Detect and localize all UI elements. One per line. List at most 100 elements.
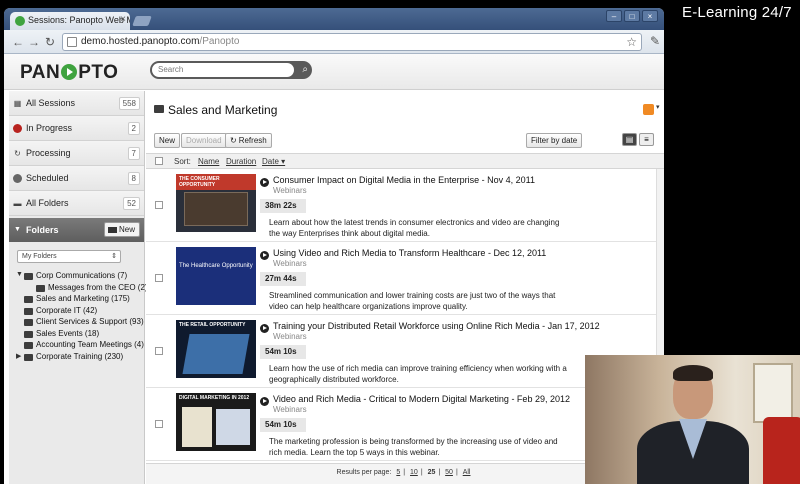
browser-tab[interactable]: Sessions: Panopto Web Ma × (10, 12, 130, 30)
wrench-menu-icon[interactable]: ✎ (650, 34, 660, 48)
row-checkbox[interactable] (155, 420, 163, 428)
folders-header[interactable]: ▼ Folders New (9, 218, 144, 242)
tree-row[interactable]: Client Services & Support (93) (9, 317, 144, 329)
sidebar-item-processing[interactable]: ↻ Processing 7 (9, 141, 144, 166)
logo-play-icon (61, 64, 78, 80)
tree-row[interactable]: Accounting Team Meetings (4) (9, 340, 144, 352)
row-checkbox[interactable] (155, 274, 163, 282)
session-folder[interactable]: Webinars (273, 332, 307, 341)
search-input[interactable]: Search (152, 63, 294, 77)
tree-row[interactable]: ▼ Corp Communications (7) (9, 271, 144, 283)
bookmark-star-icon[interactable]: ☆ (626, 35, 637, 49)
collapse-triangle-icon[interactable]: ▼ (14, 226, 21, 233)
session-thumbnail[interactable]: DIGITAL MARKETING IN 2012 (176, 393, 256, 451)
refresh-label: Refresh (238, 136, 267, 145)
session-description: Streamlined communication and lower trai… (269, 291, 556, 311)
download-button[interactable]: Download (181, 133, 227, 148)
folder-icon (36, 284, 45, 292)
search-icon[interactable]: ⌕ (302, 64, 308, 75)
screen: E-Learning 24/7 Sessions: Panopto Web Ma… (0, 0, 800, 484)
close-window-icon[interactable]: × (642, 10, 658, 22)
sort-by-date-link[interactable]: Date ▾ (262, 157, 285, 166)
presenter-hair (673, 365, 713, 381)
close-tab-icon[interactable]: × (120, 14, 126, 25)
sidebar-item-label: Scheduled (26, 173, 69, 183)
new-tab-button[interactable] (132, 16, 152, 26)
play-icon[interactable] (260, 397, 269, 406)
session-thumbnail[interactable]: THE CONSUMER OPPORTUNITY (176, 174, 256, 232)
session-duration: 54m 10s (260, 345, 306, 359)
sidebar-item-scheduled[interactable]: Scheduled 8 (9, 166, 144, 191)
collapsed-triangle-icon[interactable]: ▶ (16, 352, 21, 360)
session-folder[interactable]: Webinars (273, 186, 307, 195)
filter-by-date-button[interactable]: Filter by date (526, 133, 583, 148)
tree-row[interactable]: Sales and Marketing (175) (9, 294, 144, 306)
tree-label: Corporate Training (230) (36, 351, 124, 361)
new-folder-button[interactable]: New (103, 222, 140, 237)
row-checkbox[interactable] (155, 347, 163, 355)
session-title[interactable]: Using Video and Rich Media to Transform … (273, 248, 546, 258)
row-checkbox[interactable] (155, 201, 163, 209)
session-folder[interactable]: Webinars (273, 405, 307, 414)
sidebar-item-in-progress[interactable]: In Progress 2 (9, 116, 144, 141)
maximize-icon[interactable]: □ (624, 10, 640, 22)
sort-bar: Sort: Name Duration Date ▾ (146, 153, 664, 169)
tree-row[interactable]: Messages from the CEO (2) (9, 283, 148, 295)
thumbnail-caption: THE RETAIL OPPORTUNITY (179, 322, 246, 328)
back-arrow-icon[interactable]: ← (10, 35, 26, 49)
page-size-5-link[interactable]: 5 (396, 469, 400, 476)
page-size-10-link[interactable]: 10 (410, 469, 418, 476)
folder-icon (154, 105, 164, 113)
view-toggles: ▤ ≡ (622, 133, 654, 146)
thumbnail-caption: The Healthcare Opportunity (179, 263, 253, 269)
session-title[interactable]: Training your Distributed Retail Workfor… (273, 321, 600, 331)
session-thumbnail[interactable]: The Healthcare Opportunity (176, 247, 256, 305)
play-icon[interactable] (260, 324, 269, 333)
page-size-all-link[interactable]: All (463, 469, 471, 476)
url-path: /Panopto (199, 36, 240, 47)
thumbnail-art (216, 409, 250, 445)
grid-icon: ▦ (13, 99, 22, 108)
reload-icon[interactable]: ↻ (42, 35, 58, 49)
sidebar-item-all-sessions[interactable]: ▦ All Sessions 558 (9, 91, 144, 116)
detail-view-icon[interactable]: ▤ (622, 133, 637, 146)
app-header: PAN PTO Search ⌕ (4, 54, 664, 90)
page-title: Sales and Marketing (154, 103, 277, 117)
sidebar-item-label: In Progress (26, 123, 73, 133)
sidebar-item-label: Processing (26, 148, 71, 158)
panopto-favicon-icon (15, 16, 25, 26)
session-row: The Healthcare Opportunity Using Video a… (146, 242, 664, 315)
session-folder[interactable]: Webinars (273, 259, 307, 268)
sidebar-item-all-folders[interactable]: ▬ All Folders 52 (9, 191, 144, 216)
page-title-text: Sales and Marketing (168, 103, 278, 117)
tree-row[interactable]: Corporate IT (42) (9, 306, 144, 318)
session-title[interactable]: Video and Rich Media - Critical to Moder… (273, 394, 570, 404)
sort-by-name-link[interactable]: Name (198, 157, 219, 166)
select-all-checkbox[interactable] (155, 157, 163, 165)
panopto-logo[interactable]: PAN PTO (20, 62, 118, 84)
url-host: demo.hosted.panopto.com (81, 36, 200, 47)
play-icon[interactable] (260, 178, 269, 187)
forward-arrow-icon[interactable]: → (26, 35, 42, 49)
tree-row[interactable]: Sales Events (18) (9, 329, 144, 341)
expanded-triangle-icon[interactable]: ▼ (16, 271, 23, 278)
sort-by-duration-link[interactable]: Duration (226, 157, 256, 166)
page-size-50-link[interactable]: 50 (445, 469, 453, 476)
folder-icon (24, 330, 33, 338)
play-icon[interactable] (260, 251, 269, 260)
tree-row[interactable]: ▶ Corporate Training (230) (9, 352, 144, 364)
sidebar-item-label: All Sessions (26, 98, 76, 108)
refresh-button[interactable]: ↻ Refresh (225, 133, 272, 148)
folder-scope-select[interactable]: My Folders ⇕ (17, 250, 121, 263)
browser-window: Sessions: Panopto Web Ma × – □ × ← → ↻ d… (4, 8, 664, 484)
session-thumbnail[interactable]: THE RETAIL OPPORTUNITY (176, 320, 256, 378)
address-bar[interactable]: demo.hosted.panopto.com/Panopto ☆ (62, 33, 642, 51)
new-session-button[interactable]: New (154, 133, 181, 148)
list-view-icon[interactable]: ≡ (639, 133, 654, 146)
brand-watermark: E-Learning 24/7 (682, 4, 792, 21)
page-size-25-current[interactable]: 25 (428, 469, 436, 476)
session-title[interactable]: Consumer Impact on Digital Media in the … (273, 175, 535, 185)
rss-icon[interactable] (643, 103, 660, 115)
minimize-icon[interactable]: – (606, 10, 622, 22)
clock-icon (13, 174, 22, 183)
